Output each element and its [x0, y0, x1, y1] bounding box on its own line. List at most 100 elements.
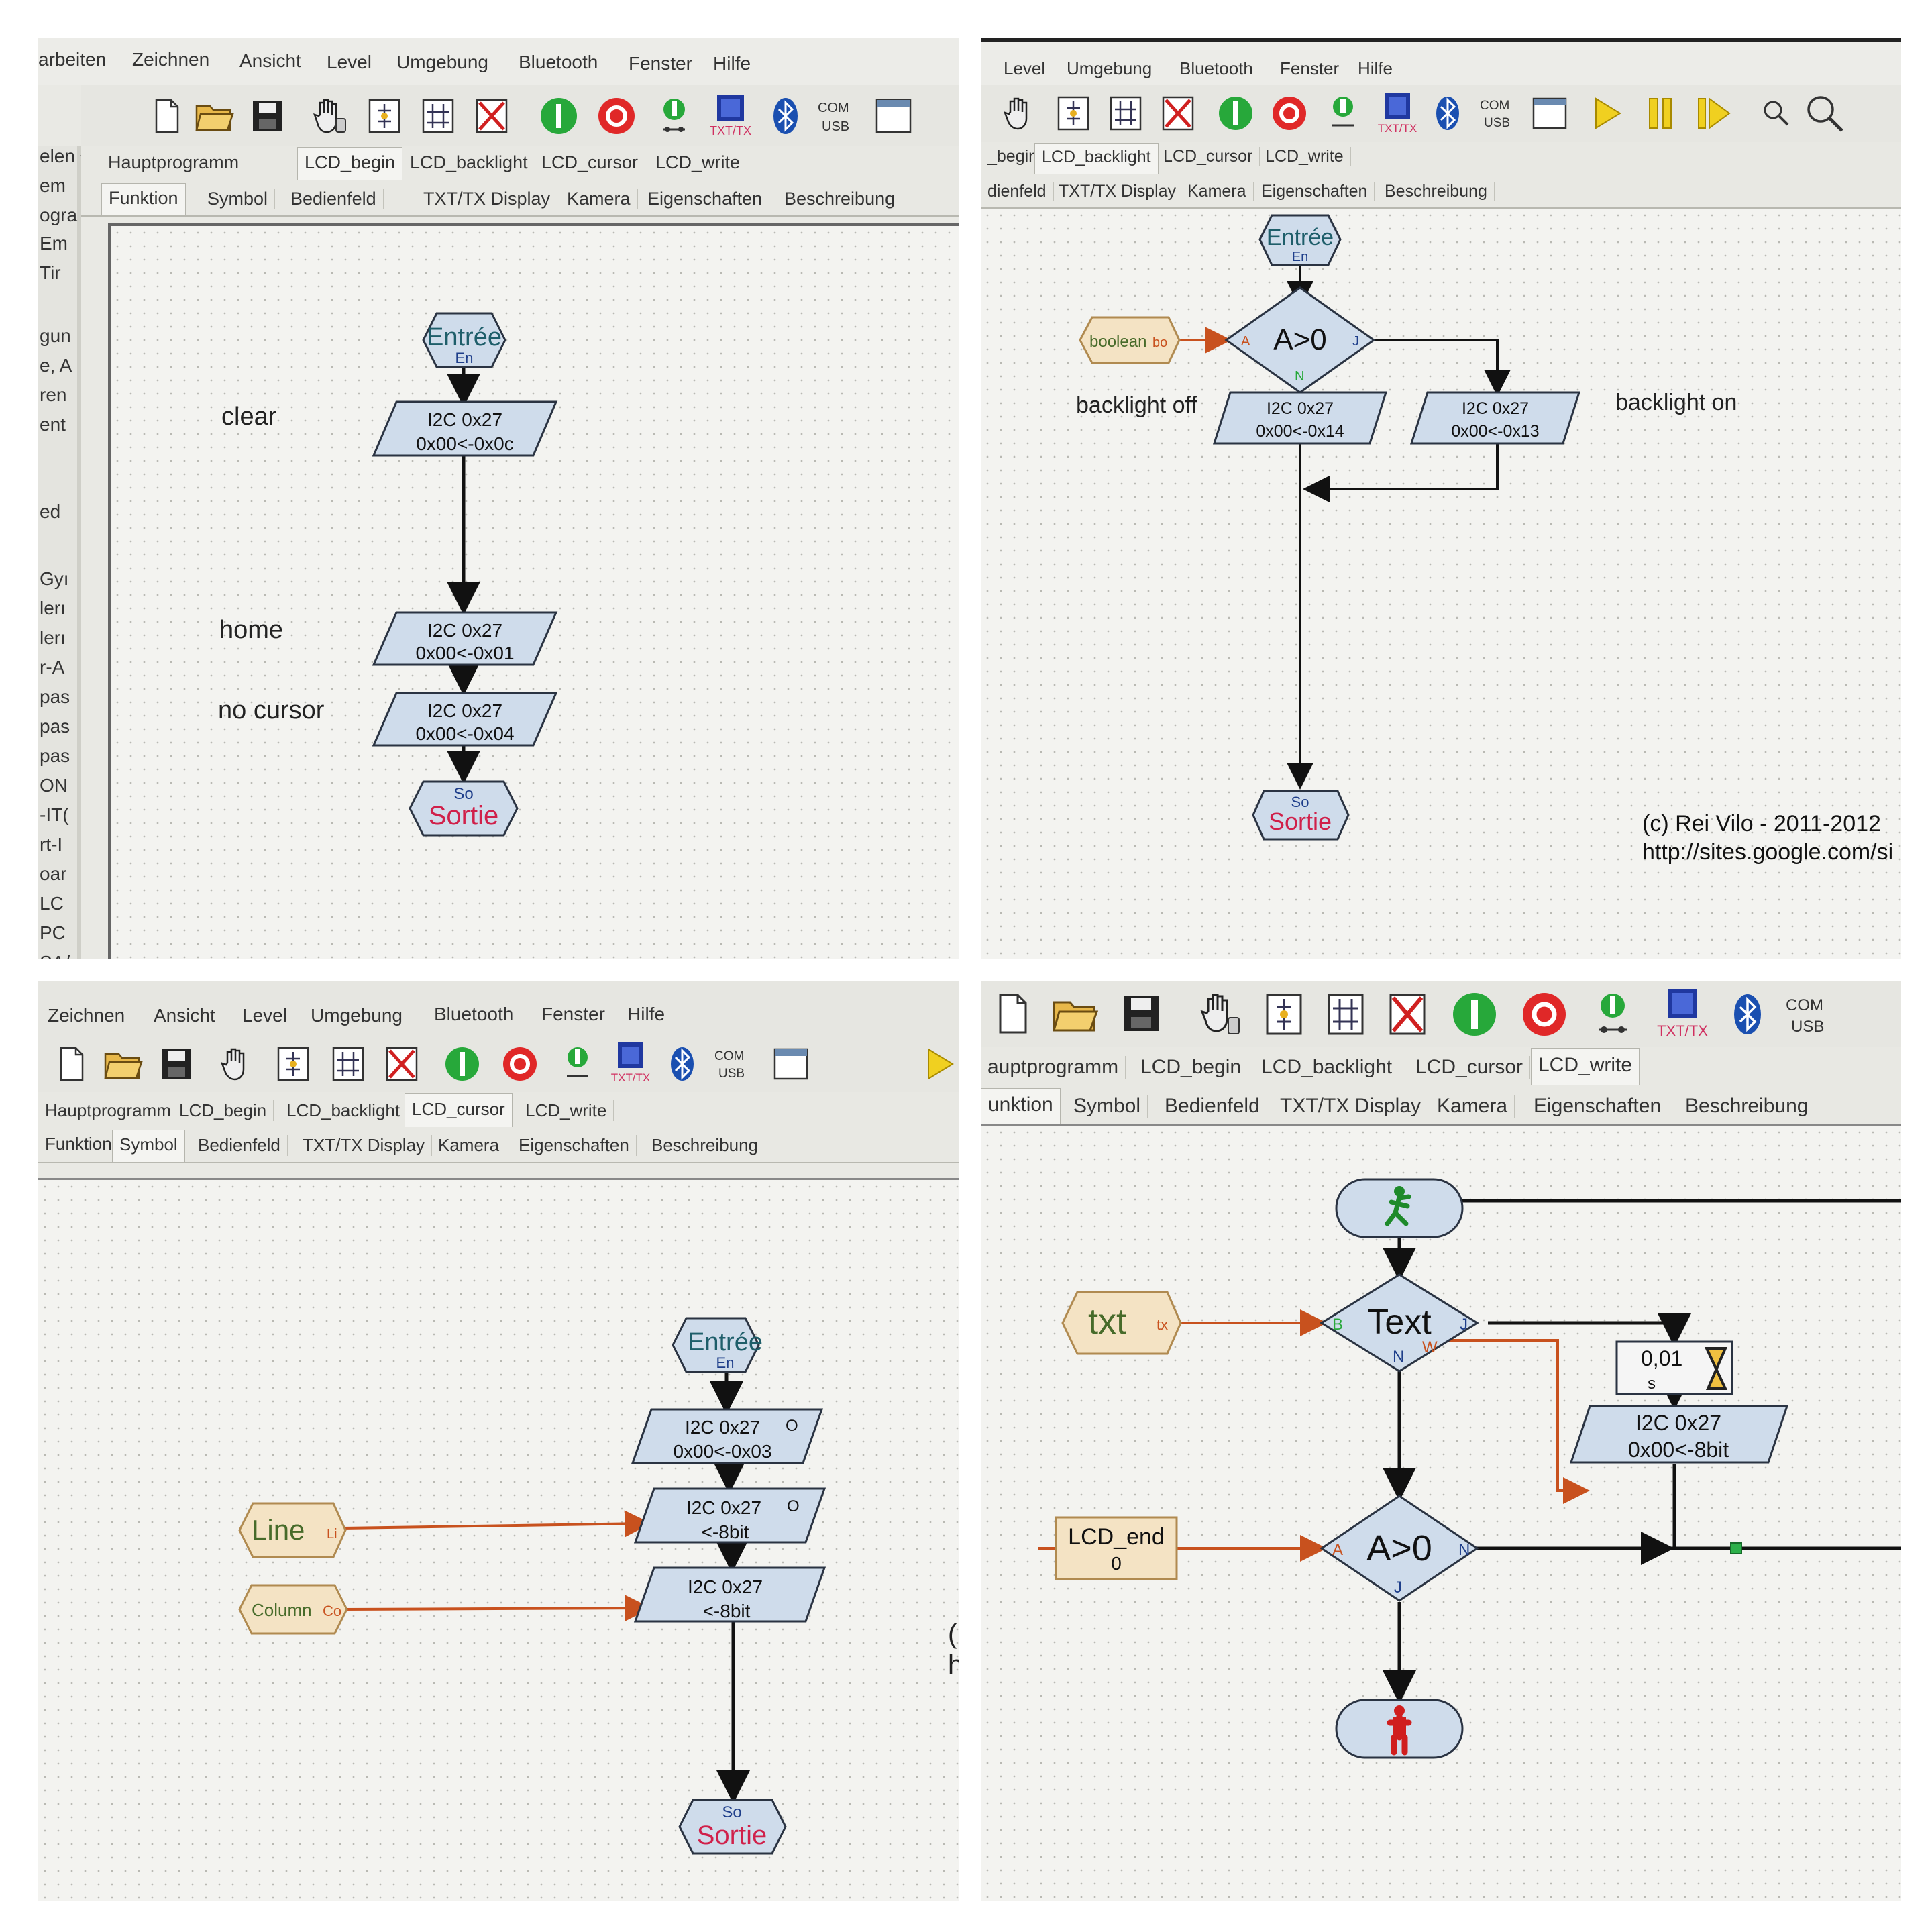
sidebar-item[interactable]: ent	[40, 414, 66, 435]
i2c-home-node[interactable]: I2C 0x27 0x00<-0x01	[372, 611, 558, 666]
tab-beschreibung[interactable]: Beschreibung	[645, 1135, 765, 1156]
tab-beschreibung[interactable]: Beschreibung	[1378, 182, 1495, 201]
subprogram-icon[interactable]	[327, 1042, 370, 1085]
tab-lcd-cursor[interactable]: LCD_cursor	[1409, 1056, 1531, 1079]
tab-lcd-begin[interactable]: LCD_begin	[1134, 1056, 1249, 1079]
tab-beschreibung[interactable]: Beschreibung	[1678, 1095, 1816, 1118]
new-file-icon[interactable]	[52, 1044, 92, 1084]
tab-funktion[interactable]: unktion	[981, 1088, 1061, 1124]
start-icon[interactable]	[537, 95, 580, 138]
sidebar-item[interactable]: rt-I	[40, 834, 62, 855]
sidebar-item[interactable]: e, A	[40, 355, 72, 376]
start-icon[interactable]	[441, 1042, 484, 1085]
subprogram-icon[interactable]	[417, 95, 460, 138]
hand-tool-icon[interactable]	[309, 95, 352, 138]
new-file-icon[interactable]	[148, 97, 186, 135]
sidebar-item[interactable]: r-A	[40, 657, 64, 678]
i2c-backlight-on-node[interactable]: I2C 0x27 0x00<-0x13	[1409, 391, 1581, 445]
tab-lcd-write[interactable]: LCD_write	[649, 152, 748, 173]
sidebar-item[interactable]: Gyı	[40, 568, 69, 590]
online-icon[interactable]	[1587, 989, 1638, 1040]
insert-element-icon[interactable]	[363, 95, 406, 138]
i2c-node-3[interactable]: I2C 0x27 <-8bit	[633, 1566, 826, 1623]
tab-lcd-write[interactable]: LCD_write	[1258, 147, 1351, 166]
sidebar-item[interactable]: em	[40, 175, 66, 197]
txt-controller-icon[interactable]: TXT/TX	[705, 92, 756, 139]
decision-node[interactable]: A>0 A J N	[1224, 286, 1376, 394]
sidebar-item[interactable]: pas	[40, 745, 70, 767]
copyright-url[interactable]: http://sites.google.com/si	[1642, 839, 1893, 865]
menu-fenster[interactable]: Fenster	[629, 53, 692, 74]
hand-tool-icon[interactable]	[217, 1042, 260, 1085]
tab-hauptprogramm[interactable]: auptprogramm	[981, 1056, 1126, 1079]
tab-lcd-backlight[interactable]: LCD_backlight	[280, 1100, 408, 1121]
save-icon[interactable]	[1119, 991, 1163, 1036]
tab-symbol[interactable]: Symbol	[1067, 1095, 1148, 1118]
menu-zeichnen[interactable]: Zeichnen	[48, 1005, 125, 1026]
sidebar-item[interactable]: lerı	[40, 598, 66, 619]
online-icon[interactable]	[1323, 93, 1363, 133]
i2c-node-2[interactable]: I2C 0x27 <-8bit O	[633, 1487, 826, 1544]
boolean-input[interactable]: boolean bo	[1079, 316, 1181, 364]
subprogram-icon[interactable]	[1106, 93, 1146, 133]
tab-kamera[interactable]: Kamera	[1430, 1095, 1515, 1118]
entry-node[interactable]: Entrée En	[422, 312, 506, 368]
open-folder-icon[interactable]	[103, 1044, 146, 1084]
stop-node[interactable]	[1335, 1699, 1464, 1759]
menu-fenster[interactable]: Fenster	[541, 1004, 605, 1025]
txt-controller-icon[interactable]: TXT/TX	[607, 1040, 655, 1087]
start-node[interactable]	[1335, 1178, 1464, 1238]
txt-controller-icon[interactable]: TXT/TX	[1374, 91, 1421, 136]
tab-funktion[interactable]: Funktion	[38, 1134, 119, 1155]
interface-window-icon[interactable]	[1529, 93, 1570, 133]
online-icon[interactable]	[653, 95, 696, 138]
menu-bluetooth[interactable]: Bluetooth	[1179, 58, 1253, 79]
wait-node[interactable]: 0,01 s	[1615, 1340, 1733, 1395]
compare-decision-node[interactable]: A>0 A N J	[1320, 1495, 1479, 1602]
menu-hilfe[interactable]: Hilfe	[627, 1004, 665, 1025]
play-icon[interactable]	[1587, 93, 1627, 133]
tab-bedienfeld[interactable]: Bedienfeld	[1158, 1095, 1267, 1118]
menu-umgebung[interactable]: Umgebung	[1067, 58, 1152, 79]
tab-lcd-backlight[interactable]: LCD_backlight	[403, 152, 535, 173]
sidebar-item[interactable]: ogra	[40, 205, 77, 226]
tab-lcd-cursor[interactable]: LCD_cursor	[535, 152, 646, 173]
online-icon[interactable]	[556, 1042, 599, 1085]
sidebar-item[interactable]: pas	[40, 716, 70, 737]
i2c-node-1[interactable]: I2C 0x27 0x00<-0x03 O	[631, 1408, 824, 1464]
tab-bedienfeld[interactable]: Bedienfeld	[284, 189, 384, 209]
insert-element-icon[interactable]	[1053, 93, 1093, 133]
insert-element-icon[interactable]	[272, 1042, 315, 1085]
sidebar-item[interactable]: ren	[40, 384, 66, 406]
tab-eigenschaften[interactable]: Eigenschaften	[641, 189, 770, 209]
tab-bedienfeld[interactable]: Bedienfeld	[191, 1135, 288, 1156]
save-icon[interactable]	[249, 97, 286, 135]
new-file-icon[interactable]	[991, 991, 1034, 1036]
tab-eigenschaften[interactable]: Eigenschaften	[1527, 1095, 1669, 1118]
lcd-end-variable[interactable]: LCD_end 0	[1055, 1516, 1178, 1580]
subprogram-icon[interactable]	[1320, 989, 1371, 1040]
zoom-out-icon[interactable]	[1759, 96, 1792, 129]
tab-hauptprogramm[interactable]: Hauptprogramm	[101, 152, 247, 173]
flow-canvas[interactable]: txt tx Text B J N W 0,01 s I2C 0x27 0x00…	[981, 1124, 1901, 1901]
delete-icon[interactable]	[380, 1042, 423, 1085]
tab-lcd-begin[interactable]: LCD_begin	[297, 147, 403, 180]
hand-tool-icon[interactable]	[1195, 989, 1246, 1040]
menu-level[interactable]: Level	[1004, 58, 1045, 79]
tab-lcd-begin[interactable]: LCD_begin	[172, 1100, 274, 1121]
tab-kamera[interactable]: Kamera	[431, 1135, 507, 1156]
tab-lcd-write[interactable]: LCD_write	[519, 1100, 614, 1121]
tab-lcd-backlight[interactable]: LCD_backlight	[1034, 143, 1159, 174]
stop-icon[interactable]	[595, 95, 638, 138]
com-usb-icon[interactable]: COM USB	[709, 1042, 760, 1085]
com-usb-icon[interactable]: COM USB	[1779, 989, 1839, 1040]
pause-icon[interactable]	[1641, 93, 1681, 133]
tab-symbol[interactable]: Symbol	[112, 1130, 185, 1162]
sidebar-item[interactable]: LC	[40, 893, 64, 914]
tab-symbol[interactable]: Symbol	[201, 189, 276, 209]
save-icon[interactable]	[156, 1044, 197, 1084]
entry-node[interactable]: Entrée En	[1258, 214, 1342, 266]
tab-lcd-write[interactable]: LCD_write	[1531, 1048, 1640, 1085]
sidebar-item[interactable]: lerı	[40, 627, 66, 649]
interface-window-icon[interactable]	[769, 1042, 812, 1085]
